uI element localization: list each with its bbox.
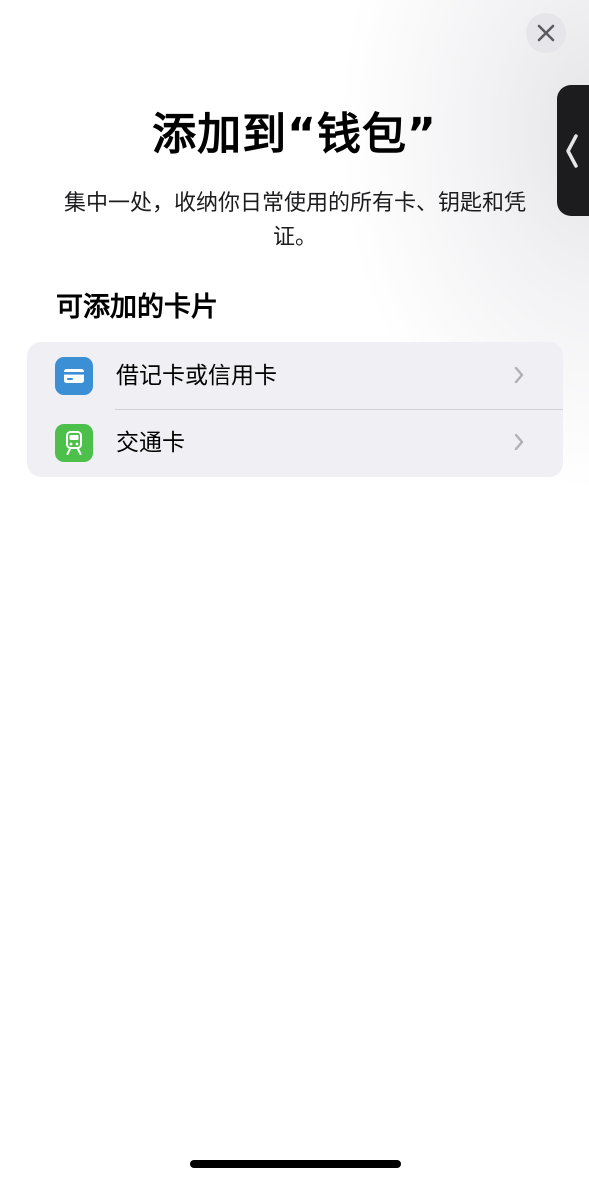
section-title: 可添加的卡片 — [56, 292, 218, 323]
list-item-label: 交通卡 — [116, 430, 185, 456]
credit-card-icon — [55, 357, 93, 395]
add-to-wallet-screen: 添加到“钱包” 集中一处，收纳你日常使用的所有卡、钥匙和凭证。 可添加的卡片 借… — [0, 0, 589, 1179]
list-item-label: 借记卡或信用卡 — [116, 363, 277, 389]
chevron-right-icon — [514, 433, 524, 451]
page-title: 添加到“钱包” — [152, 109, 437, 160]
home-indicator[interactable] — [190, 1160, 401, 1168]
card-type-list: 借记卡或信用卡 交通卡 — [27, 342, 563, 477]
chevron-right-icon — [514, 366, 524, 384]
list-item-transit-card[interactable]: 交通卡 — [27, 409, 563, 476]
page-subtitle: 集中一处，收纳你日常使用的所有卡、钥匙和凭证。 — [63, 191, 526, 250]
close-button[interactable] — [526, 13, 566, 53]
list-item-debit-credit-card[interactable]: 借记卡或信用卡 — [27, 342, 563, 409]
train-icon — [55, 424, 93, 462]
close-icon — [537, 24, 555, 42]
